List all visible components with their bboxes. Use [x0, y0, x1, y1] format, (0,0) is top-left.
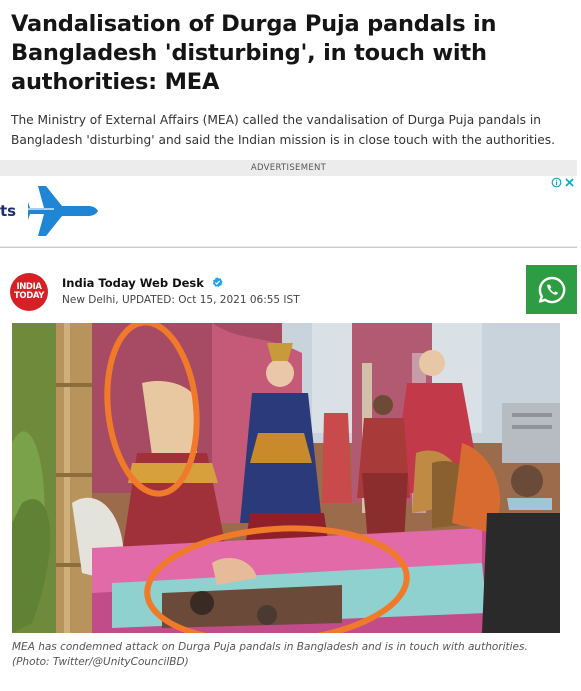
india-today-logo[interactable]: INDIA TODAY: [10, 273, 48, 311]
whatsapp-share-button[interactable]: [526, 265, 577, 314]
ad-close-icon[interactable]: [564, 177, 575, 188]
ad-banner-text[interactable]: ts: [0, 202, 16, 220]
article-summary: The Ministry of External Affairs (MEA) c…: [11, 113, 556, 147]
adchoices-info-icon[interactable]: [551, 177, 562, 188]
article-headline: Vandalisation of Durga Puja pandals in B…: [11, 11, 497, 95]
ad-banner[interactable]: ts: [0, 176, 577, 246]
article-photo[interactable]: [12, 323, 560, 633]
ad-controls: [551, 177, 575, 188]
whatsapp-icon: [538, 276, 565, 303]
author-name-row: India Today Web Desk: [62, 276, 223, 290]
author-name[interactable]: India Today Web Desk: [62, 276, 204, 290]
advertisement-label: ADVERTISEMENT: [250, 163, 327, 173]
airplane-icon: [28, 186, 98, 236]
article-dateline: New Delhi, UPDATED: Oct 15, 2021 06:55 I…: [62, 294, 300, 306]
photo-caption: MEA has condemned attack on Durga Puja p…: [12, 641, 528, 668]
logo-line-2: TODAY: [14, 291, 44, 301]
pandal-photo-illustration: [12, 323, 560, 633]
advertisement-strip: ADVERTISEMENT ts: [0, 160, 577, 248]
verified-badge-icon: [212, 277, 223, 287]
